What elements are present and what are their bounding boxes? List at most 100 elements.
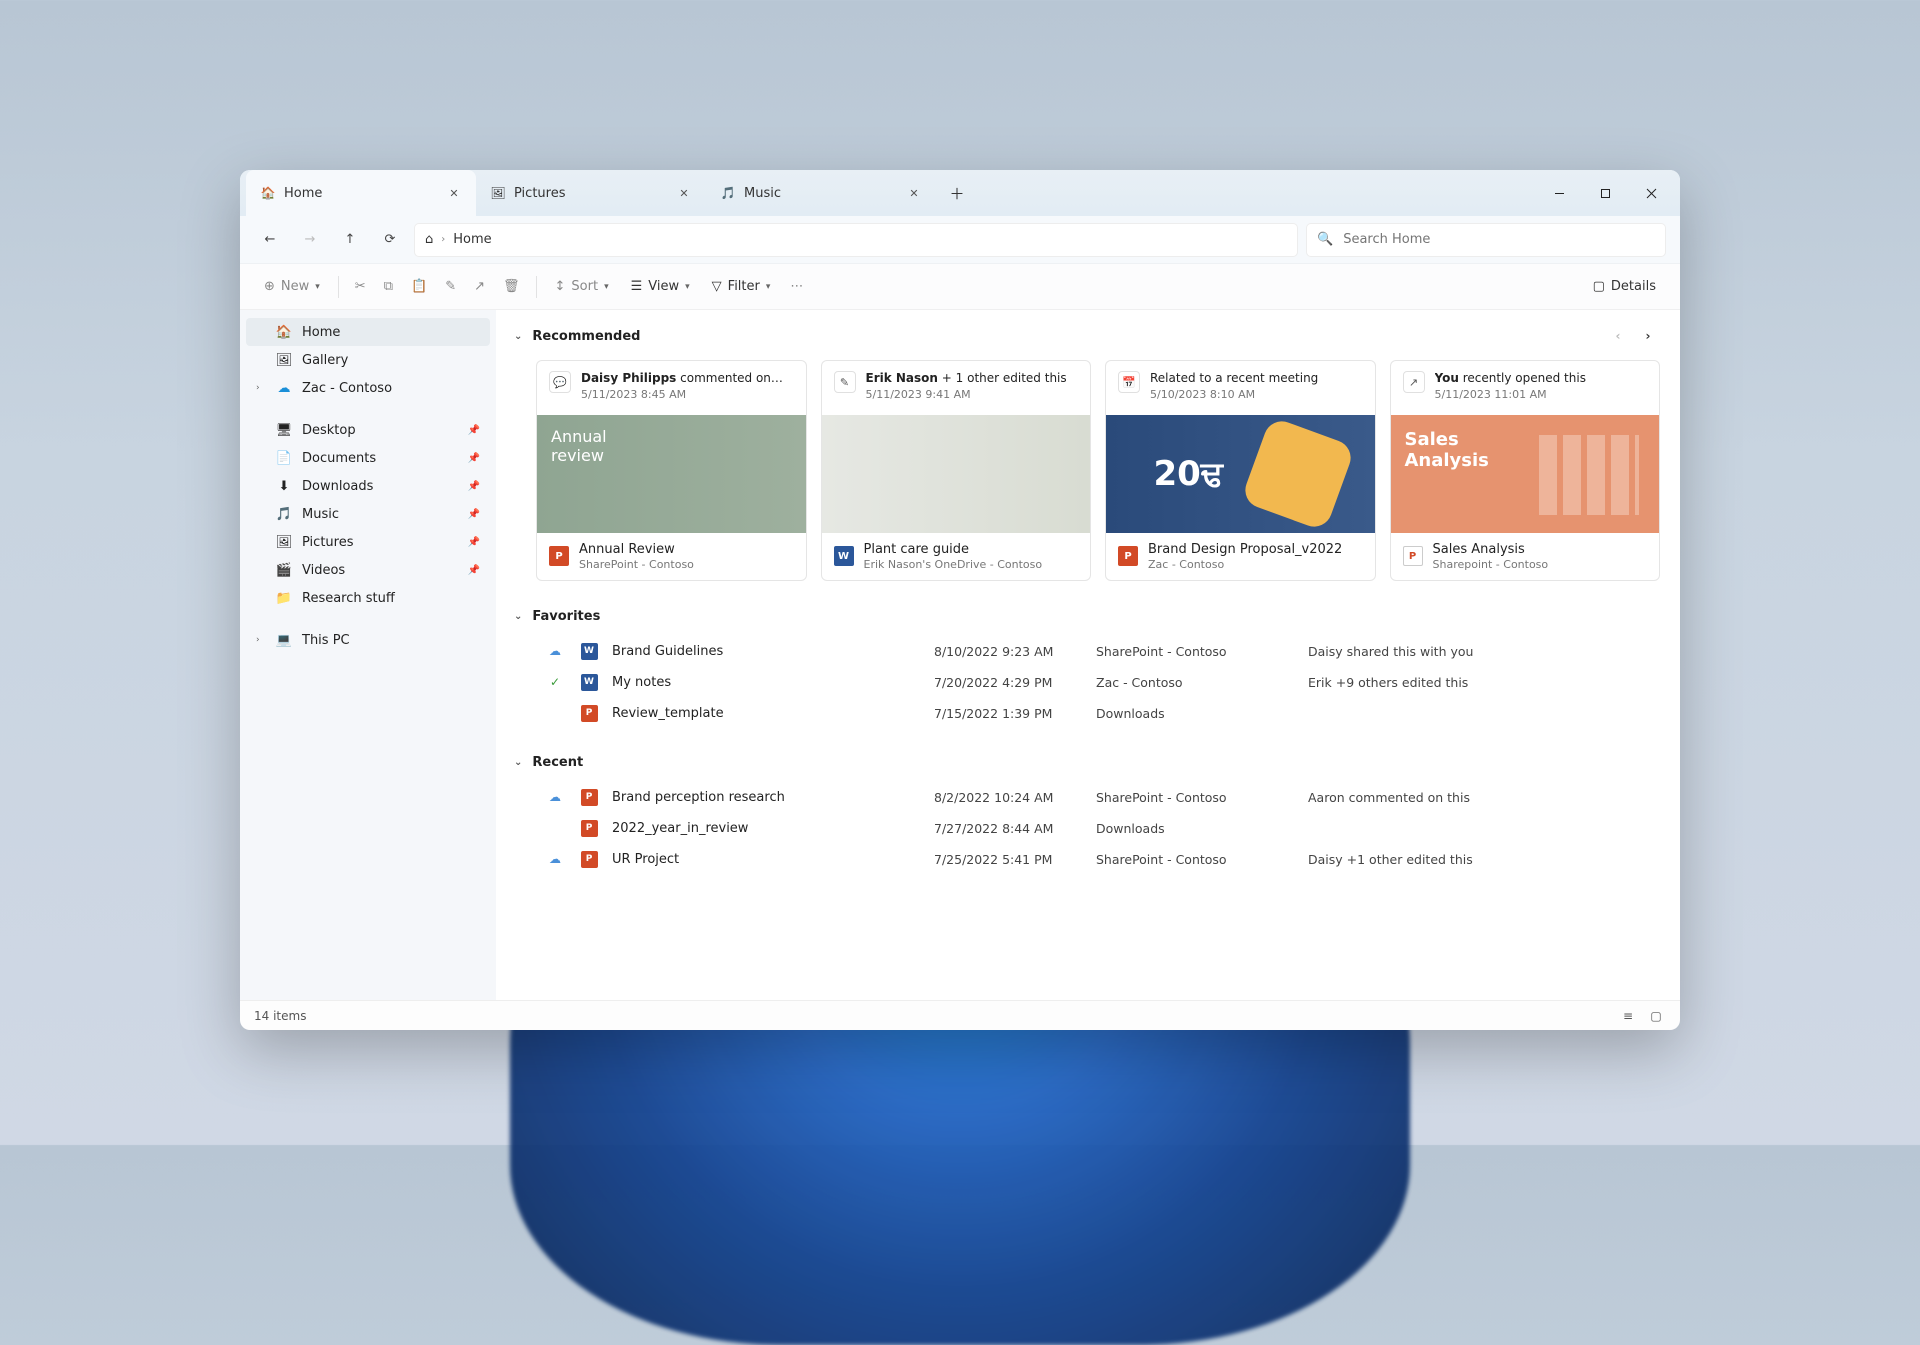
view-button[interactable]: ☰ View ▾ (621, 271, 700, 303)
view-details-button[interactable]: ≡ (1618, 1006, 1638, 1026)
sidebar-item-label: Zac - Contoso (302, 381, 392, 396)
sidebar-item-videos[interactable]: 🎬 Videos📌 (246, 556, 490, 584)
forward-button[interactable]: → (294, 224, 326, 256)
minimize-button[interactable] (1536, 170, 1582, 216)
pin-icon: 📌 (468, 425, 480, 436)
delete-button[interactable]: 🗑 (495, 271, 528, 303)
file-location: SharePoint - Contoso (1096, 852, 1296, 867)
details-button[interactable]: ▢ Details (1583, 271, 1666, 303)
cloud-icon: ☁ (549, 644, 561, 658)
folder-icon: ⬇ (276, 478, 292, 494)
section-favorites[interactable]: ⌄ Favorites (514, 609, 1660, 624)
reco-prev-button[interactable]: ‹ (1606, 324, 1630, 348)
activity-text: Erik Nason + 1 other edited this (866, 371, 1067, 386)
sidebar-item-music[interactable]: 🎵 Music📌 (246, 500, 490, 528)
search-box[interactable]: 🔍 (1306, 223, 1666, 257)
sidebar-item-gallery[interactable]: 🖼 Gallery (246, 346, 490, 374)
chevron-down-icon: ⌄ (514, 757, 522, 768)
file-name: Brand perception research (612, 790, 922, 805)
file-row[interactable]: ✓ W My notes 7/20/2022 4:29 PM Zac - Con… (536, 667, 1660, 698)
section-recommended[interactable]: ⌄ Recommended ‹ › (514, 324, 1660, 348)
recommended-card[interactable]: ✎ Erik Nason + 1 other edited this 5/11/… (821, 360, 1092, 581)
chevron-right-icon[interactable]: › (256, 383, 260, 393)
sidebar: 🏠 Home 🖼 Gallery › ☁ Zac - Contoso 🖥 Des… (240, 310, 496, 1000)
sidebar-item-home[interactable]: 🏠 Home (246, 318, 490, 346)
sidebar-item-downloads[interactable]: ⬇ Downloads📌 (246, 472, 490, 500)
section-recent[interactable]: ⌄ Recent (514, 755, 1660, 770)
more-button[interactable]: ⋯ (782, 271, 811, 303)
file-row[interactable]: ☁ P Brand perception research 8/2/2022 1… (536, 782, 1660, 813)
recommended-card[interactable]: 📅 Related to a recent meeting 5/10/2023 … (1105, 360, 1376, 581)
card-title: Annual Review (579, 542, 694, 558)
chevron-right-icon[interactable]: › (256, 635, 260, 645)
new-tab-button[interactable]: ＋ (942, 178, 972, 208)
close-button[interactable] (1628, 170, 1674, 216)
sidebar-item-desktop[interactable]: 🖥 Desktop 📌 (246, 416, 490, 444)
reco-next-button[interactable]: › (1636, 324, 1660, 348)
refresh-button[interactable]: ⟳ (374, 224, 406, 256)
chevron-down-icon: ▾ (685, 282, 690, 292)
rename-button[interactable]: ✎ (437, 271, 464, 303)
filter-button[interactable]: ▽ Filter ▾ (702, 271, 781, 303)
search-input[interactable] (1343, 232, 1655, 247)
back-button[interactable]: ← (254, 224, 286, 256)
file-row[interactable]: P 2022_year_in_review 7/27/2022 8:44 AM … (536, 813, 1660, 844)
sidebar-item-onedrive[interactable]: › ☁ Zac - Contoso (246, 374, 490, 402)
pin-icon: 📌 (468, 509, 480, 520)
sidebar-item-label: Documents (302, 451, 376, 466)
file-name: Review_template (612, 706, 922, 721)
file-name: 2022_year_in_review (612, 821, 922, 836)
ppt-icon: P (581, 789, 598, 806)
cut-button[interactable]: ✂ (347, 271, 374, 303)
breadcrumb-bar[interactable]: ⌂ › Home (414, 223, 1298, 257)
word-icon: W (834, 546, 854, 566)
folder-icon: 🎬 (276, 562, 292, 578)
word-icon: W (581, 674, 598, 691)
tab-label: Music (744, 186, 781, 201)
sidebar-item-label: Videos (302, 563, 345, 578)
sidebar-item-label: Research stuff (302, 591, 395, 606)
file-date: 7/20/2022 4:29 PM (934, 675, 1084, 690)
folder-icon: 🖥 (276, 422, 292, 438)
close-icon[interactable]: ✕ (906, 185, 922, 201)
activity-icon: 📅 (1118, 371, 1140, 393)
tab-home[interactable]: 🏠 Home ✕ (246, 170, 476, 216)
share-button[interactable]: ↗ (466, 271, 493, 303)
ppt-icon: P (581, 851, 598, 868)
cloud-icon: ☁ (549, 852, 561, 866)
copy-button[interactable]: ⧉ (376, 271, 401, 303)
close-icon[interactable]: ✕ (676, 185, 692, 201)
file-row[interactable]: ☁ P UR Project 7/25/2022 5:41 PM SharePo… (536, 844, 1660, 875)
paste-button[interactable]: 📋 (403, 271, 435, 303)
recommended-card[interactable]: ↗ You recently opened this 5/11/2023 11:… (1390, 360, 1661, 581)
view-icons-button[interactable]: ▢ (1646, 1006, 1666, 1026)
tab-pictures[interactable]: 🖼 Pictures ✕ (476, 170, 706, 216)
sidebar-item-research-stuff[interactable]: 📁 Research stuff (246, 584, 490, 612)
card-title: Sales Analysis (1433, 542, 1549, 558)
sidebar-item-pictures[interactable]: 🖼 Pictures📌 (246, 528, 490, 556)
content-area: ⌄ Recommended ‹ › 💬 Daisy Philipps comme… (496, 310, 1680, 1000)
new-button[interactable]: ⊕ New ▾ (254, 271, 330, 303)
file-row[interactable]: P Review_template 7/15/2022 1:39 PM Down… (536, 698, 1660, 729)
up-button[interactable]: ↑ (334, 224, 366, 256)
maximize-button[interactable] (1582, 170, 1628, 216)
gallery-icon: 🖼 (276, 352, 292, 368)
home-icon: 🏠 (260, 185, 276, 201)
activity-icon: 💬 (549, 371, 571, 393)
pdf-icon: P (1403, 546, 1423, 566)
sidebar-item-documents[interactable]: 📄 Documents📌 (246, 444, 490, 472)
recommended-card[interactable]: 💬 Daisy Philipps commented on… 5/11/2023… (536, 360, 807, 581)
file-location: Downloads (1096, 706, 1296, 721)
tab-music[interactable]: 🎵 Music ✕ (706, 170, 936, 216)
file-row[interactable]: ☁ W Brand Guidelines 8/10/2022 9:23 AM S… (536, 636, 1660, 667)
close-icon[interactable]: ✕ (446, 185, 462, 201)
sort-button[interactable]: ↕ Sort ▾ (545, 271, 619, 303)
file-detail: Erik +9 others edited this (1308, 675, 1652, 690)
file-detail: Aaron commented on this (1308, 790, 1652, 805)
activity-text: You recently opened this (1435, 371, 1586, 386)
sidebar-item-this-pc[interactable]: › 💻 This PC (246, 626, 490, 654)
folder-icon: 📄 (276, 450, 292, 466)
activity-icon: ✎ (834, 371, 856, 393)
card-thumbnail (537, 415, 806, 533)
sidebar-item-label: Desktop (302, 423, 356, 438)
